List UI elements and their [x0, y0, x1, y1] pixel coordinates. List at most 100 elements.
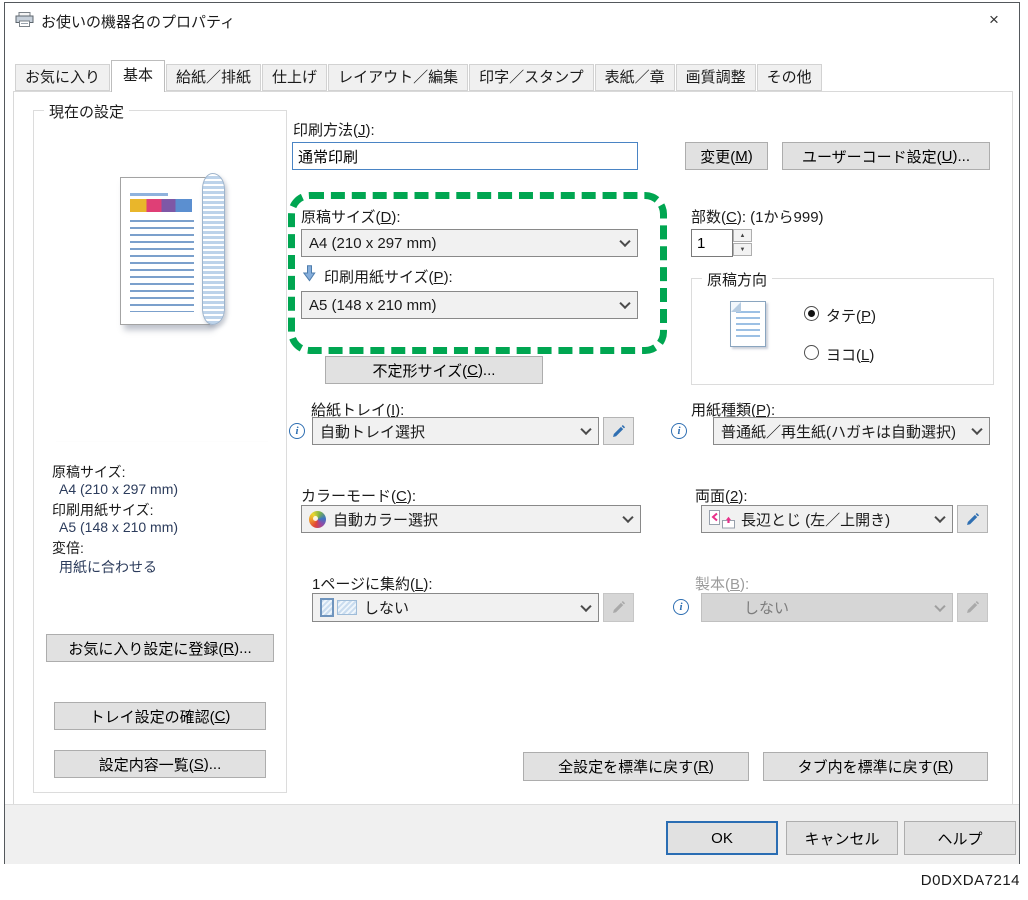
portrait-radio[interactable]	[804, 306, 819, 321]
preview-text-lines	[130, 220, 194, 312]
pencil-icon	[611, 600, 626, 615]
copies-input[interactable]	[691, 229, 733, 257]
preview-thumbnail	[120, 177, 210, 325]
original-size-value: A4 (210 x 297 mm)	[309, 235, 437, 252]
duplex-select[interactable]: 長辺とじ (左／上開き)	[701, 505, 953, 533]
register-favorites-button[interactable]: お気に入り設定に登録(R)...	[46, 634, 274, 662]
portrait-radio-label[interactable]: タテ(P)	[826, 305, 876, 326]
combine-value: しない	[364, 597, 409, 618]
title-bar: お使いの機器名のプロパティ ×	[5, 3, 1019, 37]
tab-basic[interactable]: 基本	[111, 60, 165, 92]
booklet-value: しない	[744, 597, 789, 618]
combine-portrait-page-icon	[320, 598, 334, 617]
duplex-edit-button[interactable]	[957, 505, 988, 533]
summary-original-size-label: 原稿サイズ:	[52, 462, 125, 482]
tab-print-stamp[interactable]: 印字／スタンプ	[469, 64, 594, 91]
print-paper-size-value: A5 (148 x 210 mm)	[309, 297, 437, 314]
pencil-icon	[965, 600, 980, 615]
duplex-label: 両面(2):	[695, 485, 748, 506]
copies-label: 部数(C): (1から999)	[691, 206, 824, 227]
user-code-settings-button[interactable]: ユーザーコード設定(U)...	[782, 142, 990, 170]
reset-tab-button[interactable]: タブ内を標準に戻す(R)	[763, 752, 988, 781]
close-icon[interactable]: ×	[977, 7, 1011, 33]
summary-original-size-value: A4 (210 x 297 mm)	[52, 481, 178, 497]
tab-favorites[interactable]: お気に入り	[15, 64, 110, 91]
paper-type-value: 普通紙／再生紙(ハガキは自動選択)	[721, 421, 956, 442]
ok-button[interactable]: OK	[666, 821, 778, 855]
tray-check-button[interactable]: トレイ設定の確認(C)	[54, 702, 266, 730]
chevron-down-icon	[934, 512, 945, 523]
window-title: お使いの機器名のプロパティ	[41, 11, 235, 32]
summary-paper-size-label: 印刷用紙サイズ:	[52, 500, 153, 520]
change-button[interactable]: 変更(M)	[685, 142, 768, 170]
figure-code: D0DXDA7214	[921, 872, 1020, 889]
print-method-label: 印刷方法(J):	[293, 119, 375, 140]
chevron-down-icon	[580, 600, 591, 611]
chevron-down-icon	[934, 600, 945, 611]
summary-scaling-label: 変倍:	[52, 538, 84, 558]
printer-properties-dialog: お使いの機器名のプロパティ × お気に入り 基本 給紙／排紙 仕上げ レイアウト…	[4, 2, 1020, 864]
pencil-icon	[611, 424, 626, 439]
summary-paper-size-value: A5 (148 x 210 mm)	[52, 519, 178, 535]
spin-up-icon[interactable]: ▲	[733, 229, 752, 242]
orientation-group: 原稿方向 タテ(P) ヨコ(L)	[691, 278, 994, 385]
tab-cover-chapter[interactable]: 表紙／章	[595, 64, 675, 91]
color-mode-select[interactable]: 自動カラー選択	[301, 505, 641, 533]
tab-bar: お気に入り 基本 給紙／排紙 仕上げ レイアウト／編集 印字／スタンプ 表紙／章…	[15, 60, 823, 91]
divider	[56, 441, 268, 442]
booklet-select: しない	[701, 593, 953, 622]
combine-select[interactable]: しない	[312, 593, 599, 622]
spin-down-icon[interactable]: ▼	[733, 243, 752, 256]
orientation-group-title: 原稿方向	[702, 269, 772, 290]
paper-tray-edit-button[interactable]	[603, 417, 634, 445]
paper-tray-select[interactable]: 自動トレイ選択	[312, 417, 599, 445]
paper-tray-value: 自動トレイ選択	[320, 421, 425, 442]
current-settings-group: 現在の設定 原稿サイズ: A4 (210 x 297 mm) 印刷用紙サイズ: …	[33, 110, 287, 793]
print-method-input[interactable]	[292, 142, 638, 170]
combine-landscape-page-icon	[337, 600, 357, 615]
preview-color-bar	[130, 199, 192, 212]
chevron-down-icon	[619, 236, 630, 247]
booklet-edit-button	[957, 593, 988, 622]
chevron-down-icon	[622, 512, 633, 523]
original-size-select[interactable]: A4 (210 x 297 mm)	[301, 229, 638, 257]
color-mode-icon	[309, 511, 326, 528]
duplex-value: 長辺とじ (左／上開き)	[741, 509, 890, 530]
tab-paper-feed[interactable]: 給紙／排紙	[166, 64, 261, 91]
combine-label: 1ページに集約(L):	[312, 573, 433, 594]
landscape-radio-label[interactable]: ヨコ(L)	[826, 344, 874, 365]
reset-all-button[interactable]: 全設定を標準に戻す(R)	[523, 752, 749, 781]
current-settings-title: 現在の設定	[44, 101, 129, 122]
cancel-button[interactable]: キャンセル	[786, 821, 898, 855]
chevron-down-icon	[971, 424, 982, 435]
print-paper-size-select[interactable]: A5 (148 x 210 mm)	[301, 291, 638, 319]
preview-page-curl	[202, 173, 225, 325]
pencil-icon	[965, 512, 980, 527]
color-mode-value: 自動カラー選択	[333, 509, 438, 530]
document-orientation-icon	[730, 301, 766, 347]
combine-edit-button	[603, 593, 634, 622]
settings-list-button[interactable]: 設定内容一覧(S)...	[54, 750, 266, 778]
tab-finishing[interactable]: 仕上げ	[262, 64, 327, 91]
info-icon: i	[671, 423, 687, 439]
booklet-label: 製本(B):	[695, 573, 749, 594]
copies-stepper: ▲ ▼	[733, 229, 752, 256]
screen: お使いの機器名のプロパティ × お気に入り 基本 給紙／排紙 仕上げ レイアウト…	[0, 0, 1028, 900]
help-button[interactable]: ヘルプ	[904, 821, 1016, 855]
print-paper-size-label: 印刷用紙サイズ(P):	[324, 266, 453, 287]
tab-image-quality[interactable]: 画質調整	[676, 64, 756, 91]
size-conversion-arrow-icon	[303, 265, 316, 282]
tab-layout-edit[interactable]: レイアウト／編集	[328, 64, 468, 91]
tab-others[interactable]: その他	[757, 64, 822, 91]
chevron-down-icon	[619, 298, 630, 309]
color-mode-label: カラーモード(C):	[301, 485, 416, 506]
paper-type-select[interactable]: 普通紙／再生紙(ハガキは自動選択)	[713, 417, 990, 445]
summary-scaling-value: 用紙に合わせる	[52, 557, 157, 577]
landscape-radio[interactable]	[804, 345, 819, 360]
info-icon: i	[289, 423, 305, 439]
original-size-label: 原稿サイズ(D):	[301, 206, 401, 227]
preview-title-line	[130, 193, 168, 196]
chevron-down-icon	[580, 424, 591, 435]
custom-size-button[interactable]: 不定形サイズ(C)...	[325, 356, 543, 384]
printer-icon	[15, 12, 34, 27]
